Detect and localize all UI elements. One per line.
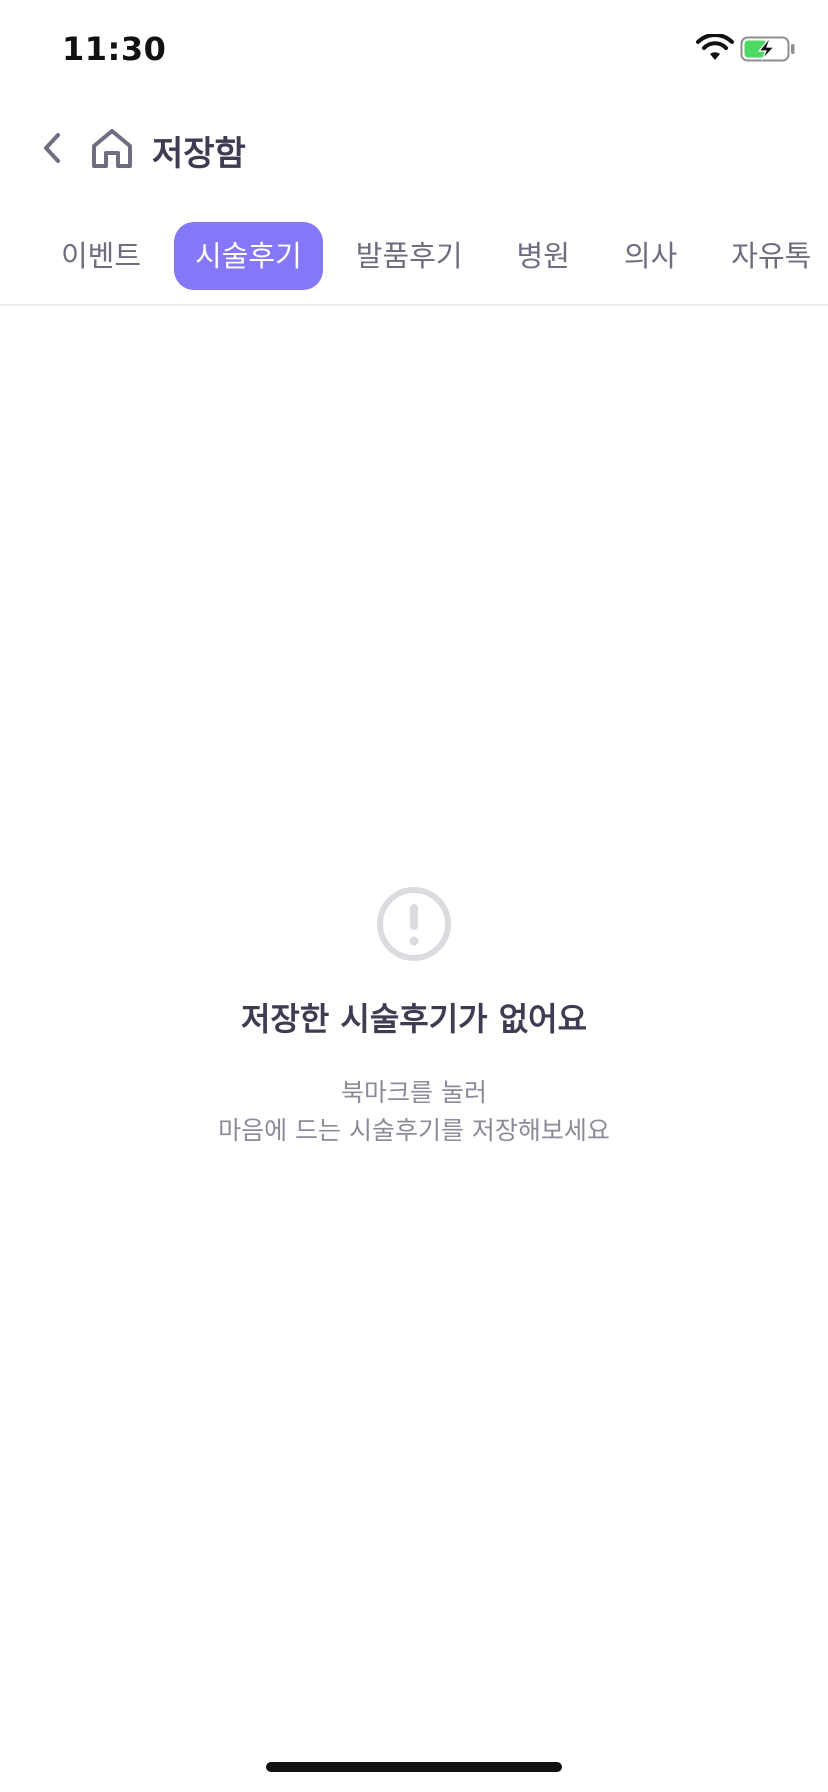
empty-state-title: 저장한 시술후기가 없어요 <box>240 1000 588 1038</box>
page-title: 저장함 <box>152 134 246 174</box>
empty-state: 저장한 시술후기가 없어요 북마크를 눌러 마음에 드는 시술후기를 저장해보세… <box>0 884 828 1150</box>
tab-visit-reviews[interactable]: 발품후기 <box>335 222 484 290</box>
battery-charging-icon <box>740 36 795 62</box>
status-time: 11:30 <box>62 30 167 68</box>
tab-hospitals[interactable]: 병원 <box>496 222 591 290</box>
back-button[interactable] <box>30 126 74 170</box>
empty-state-description: 북마크를 눌러 마음에 드는 시술후기를 저장해보세요 <box>0 1074 828 1150</box>
header: 저장함 <box>0 110 828 190</box>
tabs: 이벤트 시술후기 발품후기 병원 의사 자유톡 <box>40 222 828 290</box>
alert-circle-icon <box>377 887 451 961</box>
home-icon[interactable] <box>88 124 136 172</box>
empty-state-desc-line: 마음에 드는 시술후기를 저장해보세요 <box>218 1116 610 1145</box>
chevron-left-icon <box>44 133 60 163</box>
tab-bar: 이벤트 시술후기 발품후기 병원 의사 자유톡 <box>0 218 828 306</box>
home-indicator[interactable] <box>266 1762 562 1772</box>
status-bar: 11:30 <box>0 0 828 100</box>
empty-state-desc-line: 북마크를 눌러 <box>341 1078 487 1107</box>
tab-events[interactable]: 이벤트 <box>40 222 162 290</box>
wifi-icon <box>696 34 734 60</box>
tab-doctors[interactable]: 의사 <box>603 222 698 290</box>
tab-free-talk[interactable]: 자유톡 <box>710 222 828 290</box>
tab-procedure-reviews[interactable]: 시술후기 <box>174 222 323 290</box>
